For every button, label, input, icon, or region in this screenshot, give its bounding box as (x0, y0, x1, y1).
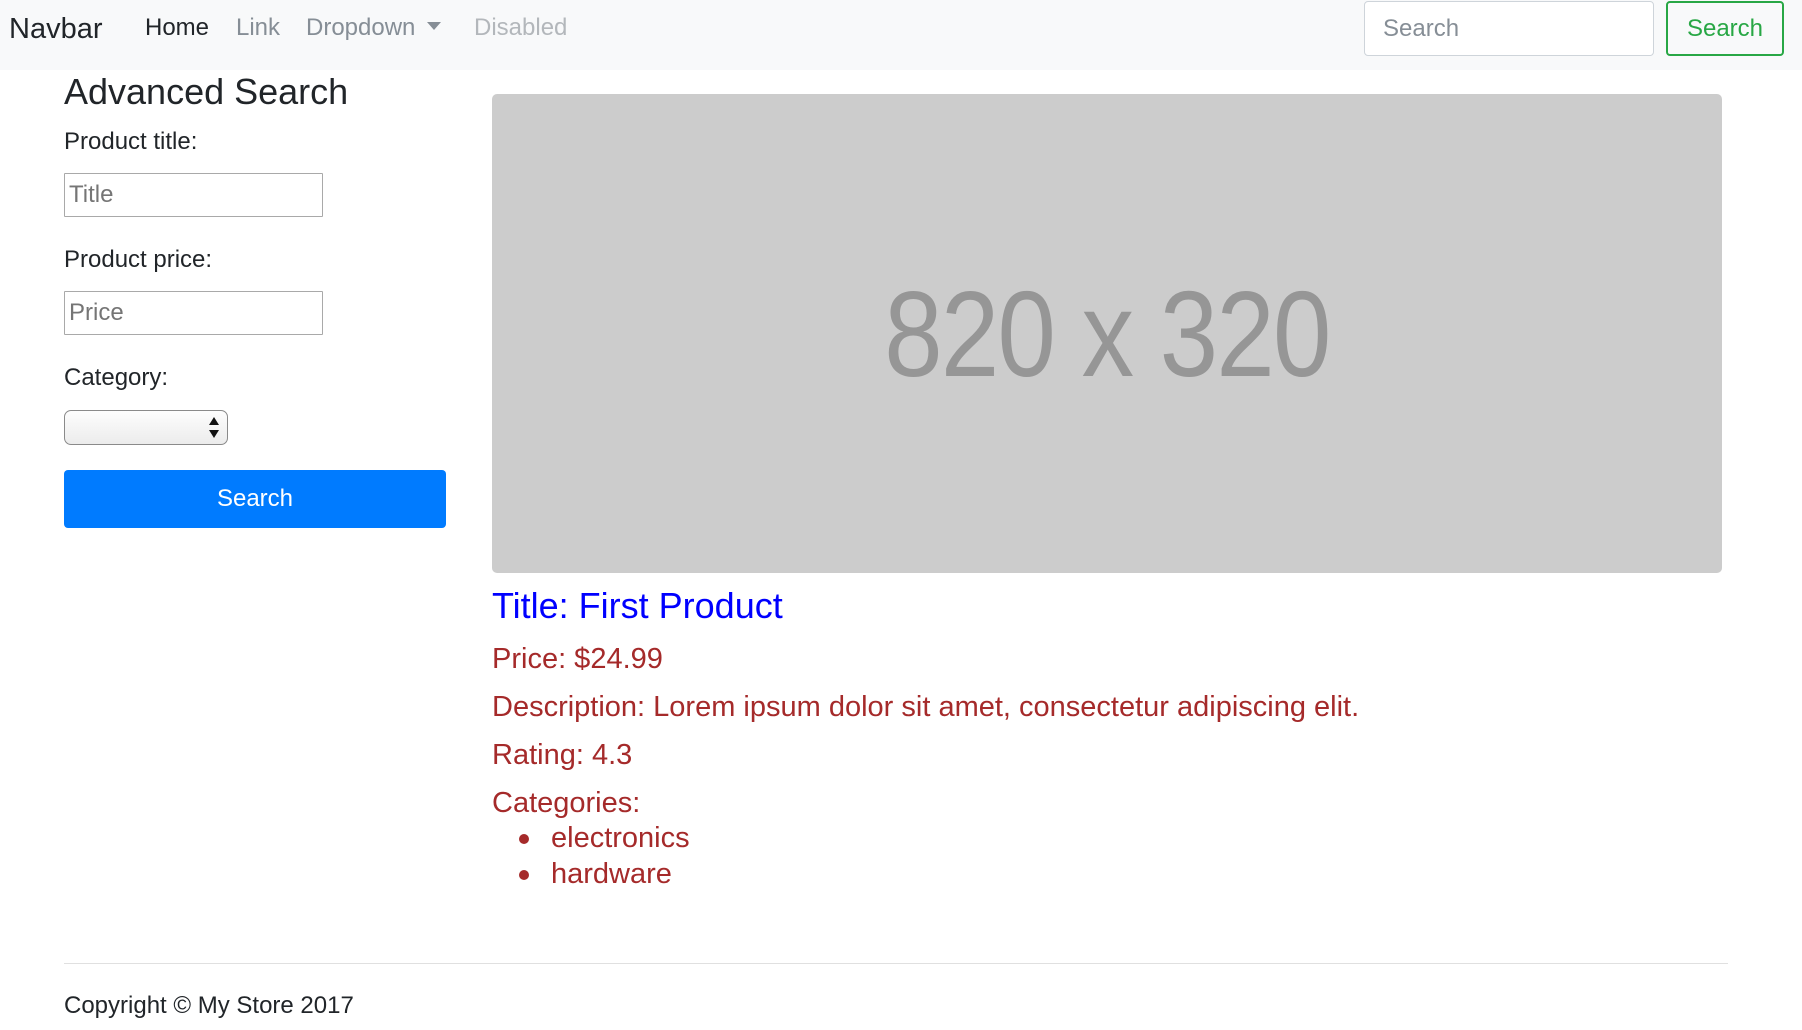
navbar: Navbar Home Link Dropdown Disabled Searc… (0, 0, 1802, 70)
nav-dropdown-label: Dropdown (306, 14, 416, 41)
product-categories-list: electronics hardware (492, 820, 690, 892)
product-price-input[interactable] (64, 291, 323, 335)
nav-link-disabled: Disabled (474, 14, 568, 41)
footer-copyright: Copyright © My Store 2017 (64, 992, 354, 1019)
list-item: electronics (492, 820, 690, 856)
product-title: Title: First Product (492, 585, 783, 626)
list-item: hardware (492, 856, 690, 892)
advanced-search-button[interactable]: Search (64, 470, 446, 528)
product-title-input[interactable] (64, 173, 323, 217)
nav-link-home[interactable]: Home (145, 13, 209, 43)
category-select[interactable] (64, 410, 228, 445)
advanced-search-title: Advanced Search (64, 71, 349, 112)
navbar-brand[interactable]: Navbar (9, 11, 103, 47)
navbar-search-button[interactable]: Search (1666, 1, 1784, 56)
footer-divider (64, 963, 1728, 964)
product-image-placeholder: 820 x 320 (492, 94, 1722, 573)
product-image-size-text: 820 x 320 (884, 265, 1331, 402)
product-title-label: Product title: (64, 128, 198, 155)
product-description: Description: Lorem ipsum dolor sit amet,… (492, 691, 1360, 723)
select-arrows-icon (209, 417, 219, 439)
product-categories-label: Categories: (492, 787, 641, 819)
product-price: Price: $24.99 (492, 643, 663, 675)
product-price-label: Product price: (64, 246, 213, 273)
caret-down-icon (427, 21, 442, 30)
nav-link-link[interactable]: Link (236, 13, 280, 43)
product-rating: Rating: 4.3 (492, 739, 633, 771)
navbar-search-input[interactable] (1364, 1, 1654, 56)
nav-dropdown[interactable]: Dropdown (306, 13, 442, 43)
category-label: Category: (64, 364, 169, 391)
